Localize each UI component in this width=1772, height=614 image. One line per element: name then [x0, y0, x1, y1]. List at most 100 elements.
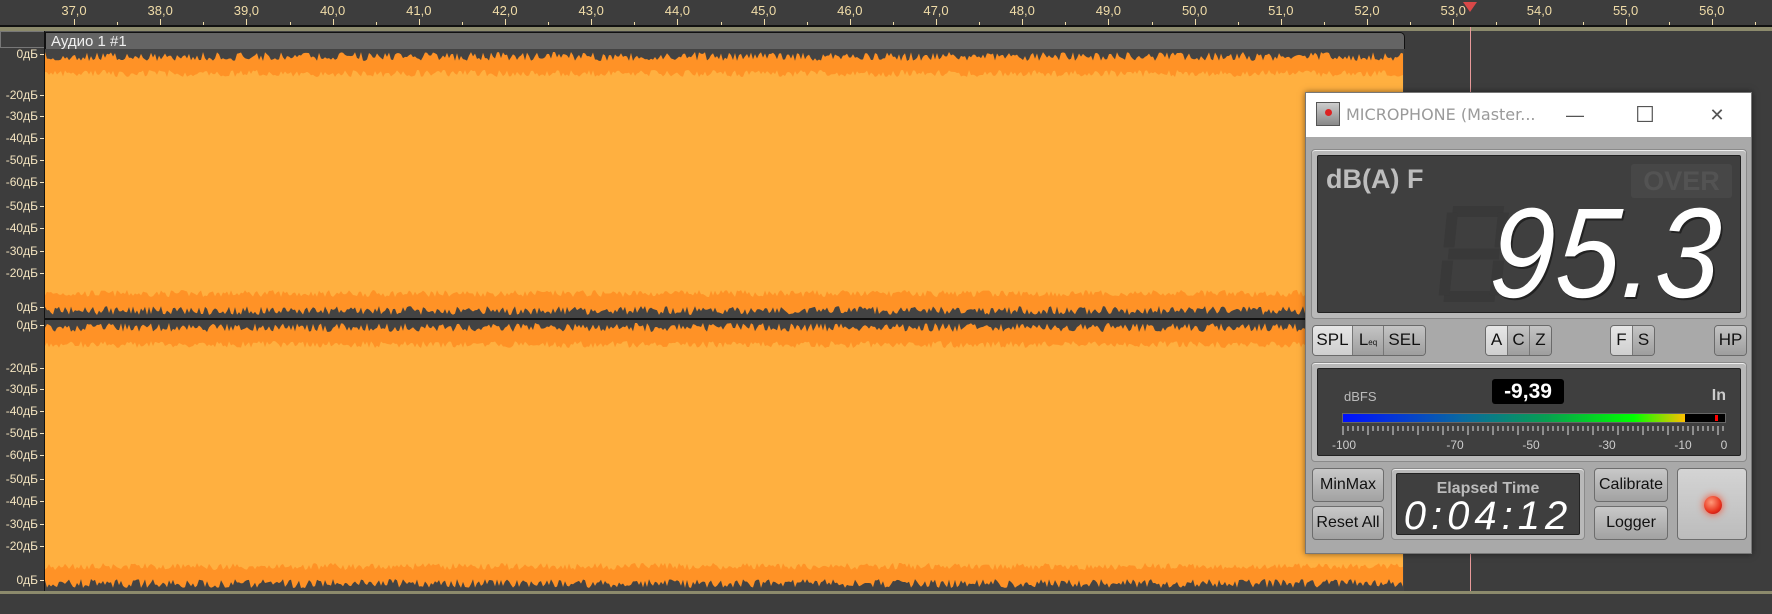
scale-label: -50: [1522, 438, 1540, 452]
spl-button[interactable]: SPL: [1313, 326, 1353, 355]
timeline-band: [0, 27, 1772, 31]
scale-label: -30дБ: [5, 109, 45, 123]
scale-label: -30: [1598, 438, 1616, 452]
leq-sub: eq: [1368, 338, 1378, 347]
ruler-label: 38,0: [147, 3, 173, 18]
scale-label: -60дБ: [5, 175, 45, 189]
scale-label: 0: [1720, 438, 1728, 452]
scale-label: -50дБ: [5, 426, 45, 440]
level-meter: dBFS -9,39 In -100 -70 -50 -30 -10 0: [1317, 368, 1741, 456]
weight-c-button[interactable]: C: [1508, 326, 1530, 355]
ruler-label: 51,0: [1268, 3, 1294, 18]
scale-label: -100: [1331, 438, 1357, 452]
level-panel: dBFS -9,39 In -100 -70 -50 -30 -10 0: [1311, 362, 1747, 462]
elapsed-time-value: 0:04:12: [1403, 494, 1573, 538]
ruler-label: 42,0: [492, 3, 518, 18]
close-button[interactable]: ✕: [1694, 101, 1740, 129]
sound-meter-window[interactable]: MICROPHONE (Master... — ☐ ✕ dB(A) F OVER…: [1305, 92, 1752, 554]
record-button[interactable]: [1677, 468, 1747, 540]
ruler-label: 41,0: [406, 3, 432, 18]
ruler-label: 52,0: [1354, 3, 1380, 18]
weight-z-button[interactable]: Z: [1530, 326, 1551, 355]
ruler-label: 40,0: [319, 3, 346, 18]
spl-display: dB(A) F OVER 95.3: [1317, 155, 1741, 325]
level-bar: [1342, 413, 1726, 423]
amplitude-scale: 0дБ -20дБ -30дБ -40дБ -50дБ -60дБ -50дБ -40дБ -3…: [0, 31, 45, 592]
time-button-group: F S: [1610, 325, 1655, 356]
maximize-button[interactable]: ☐: [1622, 101, 1668, 129]
scale-label: -10: [1674, 438, 1692, 452]
scale-header: [0, 31, 44, 48]
scale-label: -40дБ: [5, 404, 45, 418]
scale-label: 0дБ: [16, 300, 44, 314]
ruler-label: 39,0: [233, 3, 260, 18]
ruler-label: 44,0: [664, 3, 691, 18]
scale-label: -40дБ: [5, 131, 45, 145]
scale-label: 0дБ: [16, 573, 44, 587]
reset-all-button[interactable]: Reset All: [1312, 506, 1384, 540]
elapsed-time-panel: Elapsed Time 0:04:12: [1391, 468, 1585, 540]
record-led-icon: [1704, 496, 1722, 514]
clip-header[interactable]: Аудио 1 #1: [45, 32, 1405, 50]
scale-label: 0дБ: [16, 47, 44, 61]
scale-label: -50дБ: [5, 199, 45, 213]
scale-label: -30дБ: [5, 382, 45, 396]
fast-button[interactable]: F: [1611, 326, 1633, 355]
scale-label: -40дБ: [5, 221, 45, 235]
minimize-button[interactable]: —: [1552, 101, 1598, 129]
app-icon: [1316, 102, 1340, 126]
ruler-label: 54,0: [1526, 3, 1553, 18]
scale-label: -30дБ: [5, 517, 45, 531]
ruler-label: 49,0: [1095, 3, 1122, 18]
level-bar-fill: [1343, 414, 1685, 422]
peak-marker: [1714, 415, 1718, 421]
scale-label: -50дБ: [5, 153, 45, 167]
leq-label: L: [1358, 330, 1369, 349]
ruler-label: 46,0: [837, 3, 863, 18]
ruler-label: 43,0: [578, 3, 604, 18]
channel-label: In: [1711, 387, 1726, 404]
digit-segment: [1443, 212, 1458, 248]
leq-button[interactable]: Leq: [1353, 326, 1384, 355]
bottom-band: [0, 591, 1772, 594]
scale-label: -60дБ: [5, 448, 45, 462]
window-title: MICROPHONE (Master...: [1346, 105, 1536, 124]
ruler-label: 56,0: [1699, 3, 1725, 18]
dbfs-label: dBFS: [1344, 389, 1377, 404]
scale-label: -20дБ: [5, 539, 45, 553]
calibrate-button[interactable]: Calibrate: [1594, 468, 1668, 502]
spl-display-panel: dB(A) F OVER 95.3: [1311, 149, 1747, 325]
mode-button-group: SPL Leq SEL: [1312, 325, 1426, 356]
ruler-label: 47,0: [923, 3, 949, 18]
slow-button[interactable]: S: [1633, 326, 1654, 355]
clip-title: Аудио 1 #1: [51, 33, 127, 50]
ruler-label: 45,0: [750, 3, 777, 18]
weighting-button-group: A C Z: [1485, 325, 1552, 356]
title-bar[interactable]: MICROPHONE (Master... — ☐ ✕: [1306, 93, 1751, 137]
waveform-body: [45, 70, 1403, 297]
waveform[interactable]: [45, 49, 1405, 591]
ruler-label: 53,0: [1440, 3, 1466, 18]
ruler-label: 50,0: [1181, 3, 1208, 18]
scale-label: -40дБ: [5, 494, 45, 508]
minmax-button[interactable]: MinMax: [1312, 468, 1384, 502]
ruler-label: 48,0: [1009, 3, 1035, 18]
ruler-label: 37,0: [61, 3, 87, 18]
scale-label: -20дБ: [5, 88, 45, 102]
elapsed-time-display: Elapsed Time 0:04:12: [1396, 473, 1580, 538]
unit-label: dB(A) F: [1326, 164, 1424, 194]
waveform-body: [45, 341, 1403, 570]
sel-button[interactable]: SEL: [1384, 326, 1425, 355]
playhead-marker-icon[interactable]: [1463, 2, 1478, 12]
timeline-ruler[interactable]: 37,0 38,0 39,0 40,0 41,0 42,0 43,0 44,0 45,0 46,0…: [0, 0, 1772, 27]
dbfs-value: -9,39: [1492, 379, 1564, 404]
ruler-label: 55,0: [1612, 3, 1639, 18]
scale-label: -50дБ: [5, 472, 45, 486]
scale-label: 0дБ: [16, 318, 44, 332]
spl-value-display: 95.3: [1486, 182, 1727, 325]
logger-button[interactable]: Logger: [1594, 506, 1668, 540]
digit-segment: [1438, 260, 1454, 296]
weight-a-button[interactable]: A: [1486, 326, 1508, 355]
level-scale-ticks: [1342, 426, 1724, 435]
hp-button[interactable]: HP: [1715, 326, 1746, 355]
